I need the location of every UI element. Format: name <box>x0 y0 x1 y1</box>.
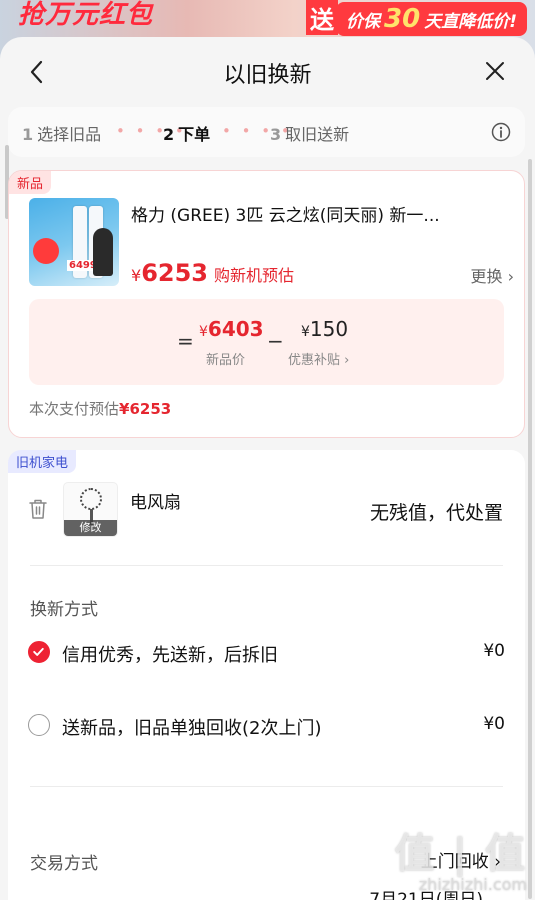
step-number: 3 <box>270 125 282 144</box>
payment-estimate-label: 本次支付预估 <box>29 400 120 418</box>
currency-symbol: ¥ <box>199 324 208 340</box>
fan-head-shape <box>80 488 102 510</box>
promo-right-big: 30 <box>384 4 421 34</box>
spokesperson-shape <box>93 228 113 276</box>
step-indicator: 1 选择旧品 • • • • 2 下单 • • • • 3 取旧送新 <box>8 107 525 157</box>
trade-method-label: 交易方式 <box>30 854 98 874</box>
step-number: 1 <box>22 125 34 144</box>
edit-old-appliance-button[interactable]: 修改 <box>64 520 117 536</box>
minus-sign: − <box>267 329 284 353</box>
currency-symbol: ¥ <box>301 324 310 340</box>
divider <box>30 565 503 566</box>
new-product-card: 新品 6499 格力 (GREE) 3匹 云之炫(同天丽) 新一... ¥625… <box>8 170 525 438</box>
trash-icon[interactable] <box>28 498 48 520</box>
equals-sign: = <box>177 329 194 353</box>
price-breakdown-box: = ¥6403 新品价 − ¥150 优惠补贴 › <box>29 299 504 385</box>
price-amount: 6253 <box>141 259 208 287</box>
right-scrollbar[interactable] <box>528 159 532 899</box>
step-order: 2 下单 <box>163 121 210 145</box>
divider <box>30 786 503 787</box>
price-label: 购新机预估 <box>213 266 294 285</box>
subsidy-details-link[interactable]: 优惠补贴 › <box>288 349 349 368</box>
product-image[interactable]: 6499 <box>29 198 119 286</box>
trade-in-method-title: 换新方式 <box>30 600 98 620</box>
new-price-amount: 6403 <box>207 317 264 341</box>
payment-estimate-value: ¥6253 <box>119 400 172 418</box>
old-appliance-image[interactable]: 修改 <box>63 482 118 537</box>
promo-badge-shape <box>33 238 59 264</box>
site-watermark: 值 | 值 zhizhizhi.com <box>395 821 527 894</box>
promo-left-text: 抢万元红包 <box>18 0 154 30</box>
product-name[interactable]: 格力 (GREE) 3匹 云之炫(同天丽) 新一... <box>131 201 501 226</box>
old-appliance-status: 无残值，代处置 <box>369 502 503 524</box>
product-estimated-price: ¥6253 购新机预估 <box>131 259 294 287</box>
payment-estimate: 本次支付预估¥6253 <box>29 398 171 419</box>
promo-right-suffix: 天直降低价! <box>424 11 517 32</box>
info-icon[interactable] <box>491 122 511 142</box>
sheet-header: 以旧换新 <box>0 37 535 107</box>
change-product-button[interactable]: 更换 › <box>471 263 515 287</box>
radio-checked-icon[interactable] <box>28 641 50 663</box>
new-price-value: ¥6403 <box>199 317 264 341</box>
option-price: ¥0 <box>483 714 505 734</box>
trade-in-sheet: 以旧换新 1 选择旧品 • • • • 2 下单 • • • • 3 取旧送新 新品 <box>0 37 535 900</box>
currency-symbol: ¥ <box>131 266 142 285</box>
option-label: 送新品，旧品单独回收(2次上门) <box>62 718 322 739</box>
step-label: 下单 <box>178 125 211 144</box>
watermark-logo: 值 | 值 <box>394 831 527 877</box>
promo-right-prefix: 价保 <box>346 11 381 32</box>
step-pickup-deliver: 3 取旧送新 <box>270 121 349 145</box>
subsidy-value: ¥150 <box>301 317 348 341</box>
old-appliance-name: 电风扇 <box>130 493 181 513</box>
page-title: 以旧换新 <box>223 63 312 88</box>
promo-right-badge: 价保 30 天直降低价! <box>336 2 527 36</box>
new-price-label: 新品价 <box>206 353 246 368</box>
option-credit-deliver-first[interactable]: 信用优秀，先送新，后拆旧 ¥0 <box>28 640 505 666</box>
new-product-tag: 新品 <box>9 171 52 194</box>
old-appliance-tag: 旧机家电 <box>8 450 77 473</box>
option-price: ¥0 <box>483 641 505 661</box>
option-separate-recycle[interactable]: 送新品，旧品单独回收(2次上门) ¥0 <box>28 713 505 739</box>
option-label: 信用优秀，先送新，后拆旧 <box>62 645 278 666</box>
step-label: 取旧送新 <box>285 125 350 144</box>
step-select-old: 1 选择旧品 <box>22 121 101 145</box>
close-icon[interactable] <box>483 59 507 83</box>
promo-mid-text: 送 <box>306 0 338 35</box>
radio-unchecked-icon[interactable] <box>28 714 50 736</box>
subsidy-amount: 150 <box>309 317 349 341</box>
step-number: 2 <box>163 125 175 144</box>
step-label: 选择旧品 <box>37 125 102 144</box>
